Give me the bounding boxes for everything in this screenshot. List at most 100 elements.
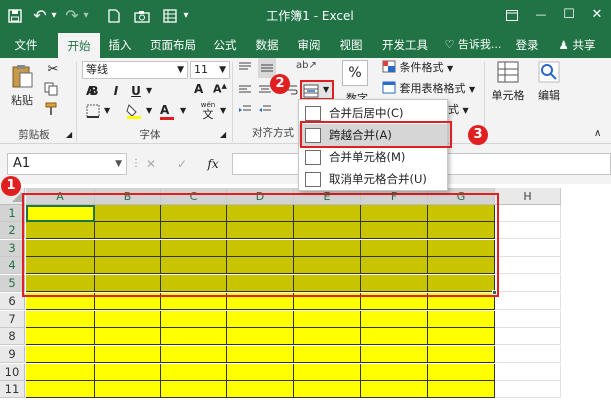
- customize-qat-icon[interactable]: ▾: [180, 0, 192, 32]
- cells-button[interactable]: 单元格: [490, 60, 526, 106]
- font-size-select[interactable]: 11 ▼: [190, 61, 230, 79]
- cell-c9[interactable]: [161, 346, 227, 363]
- border-dropdown-icon[interactable]: ▼: [104, 106, 110, 115]
- cell-b10[interactable]: [95, 364, 161, 381]
- paste-button[interactable]: 粘贴: [6, 62, 38, 112]
- cell-g11[interactable]: [428, 381, 495, 398]
- save-icon[interactable]: [4, 0, 26, 32]
- share-button[interactable]: ♟ 共享: [549, 32, 605, 58]
- login-link[interactable]: 登录: [510, 32, 544, 58]
- cell-a7[interactable]: [26, 311, 95, 328]
- cell-d7[interactable]: [227, 311, 294, 328]
- font-color-a[interactable]: A: [194, 82, 208, 96]
- cell-a8[interactable]: [26, 328, 95, 345]
- cell-b9[interactable]: [95, 346, 161, 363]
- phonetic-dropdown-icon[interactable]: ▼: [220, 106, 226, 115]
- format-painter-icon[interactable]: [44, 102, 62, 118]
- decrease-indent-icon[interactable]: [238, 104, 254, 118]
- camera-icon[interactable]: [132, 0, 152, 32]
- cell-g9[interactable]: [428, 346, 495, 363]
- row-header-8[interactable]: 8: [0, 328, 25, 345]
- menu-item-unmerge[interactable]: 取消单元格合并(U): [299, 168, 447, 190]
- underline-dropdown-icon[interactable]: ▼: [146, 86, 152, 95]
- cell-d9[interactable]: [227, 346, 294, 363]
- tab-view[interactable]: 视图: [334, 32, 368, 58]
- cell-b7[interactable]: [95, 311, 161, 328]
- cell-c11[interactable]: [161, 381, 227, 398]
- cell-c8[interactable]: [161, 328, 227, 345]
- minimize-icon[interactable]: —: [526, 0, 556, 32]
- cell-b8[interactable]: [95, 328, 161, 345]
- number-format-button[interactable]: %: [342, 60, 368, 86]
- formula-bar-grip[interactable]: ⋮: [131, 158, 141, 169]
- tab-insert[interactable]: 插入: [104, 32, 136, 58]
- cell-d11[interactable]: [227, 381, 294, 398]
- cell-h5[interactable]: [495, 275, 561, 292]
- cell-h8[interactable]: [495, 328, 561, 345]
- row-header-10[interactable]: 10: [0, 364, 25, 381]
- tab-file[interactable]: 文件: [6, 32, 46, 58]
- cell-h3[interactable]: [495, 240, 561, 257]
- cell-e10[interactable]: [294, 364, 361, 381]
- cell-f8[interactable]: [361, 328, 428, 345]
- font-color-dropdown-icon[interactable]: ▼: [180, 106, 186, 115]
- cell-h10[interactable]: [495, 364, 561, 381]
- cell-d10[interactable]: [227, 364, 294, 381]
- cell-f10[interactable]: [361, 364, 428, 381]
- cell-b11[interactable]: [95, 381, 161, 398]
- cell-h4[interactable]: [495, 257, 561, 274]
- cell-c10[interactable]: [161, 364, 227, 381]
- cell-style-button[interactable]: 式 ▼: [448, 102, 478, 120]
- cell-f11[interactable]: [361, 381, 428, 398]
- confirm-entry-icon[interactable]: ✓: [172, 153, 192, 175]
- cell-h7[interactable]: [495, 311, 561, 328]
- italic-button[interactable]: I: [108, 84, 124, 100]
- ribbon-options-icon[interactable]: [497, 0, 527, 32]
- menu-item-merge-cells[interactable]: 合并单元格(M): [299, 146, 447, 168]
- cell-f7[interactable]: [361, 311, 428, 328]
- orientation-icon[interactable]: ab↗: [296, 60, 317, 76]
- tab-data[interactable]: 数据: [250, 32, 284, 58]
- font-name-select[interactable]: 等线 ▼: [82, 61, 188, 79]
- cell-g7[interactable]: [428, 311, 495, 328]
- collapse-ribbon-icon[interactable]: ∧: [594, 128, 601, 139]
- row-header-11[interactable]: 11: [0, 381, 25, 398]
- bold-button[interactable]: B: [86, 84, 102, 100]
- increase-indent-icon[interactable]: [258, 104, 274, 118]
- font-launcher-icon[interactable]: ◢: [220, 130, 226, 139]
- tab-developer[interactable]: 开发工具: [376, 32, 434, 58]
- cut-icon[interactable]: ✂: [44, 62, 62, 78]
- row-header-9[interactable]: 9: [0, 346, 25, 363]
- close-icon[interactable]: ✕: [582, 0, 611, 32]
- undo-icon[interactable]: ↶: [30, 0, 50, 32]
- row-header-7[interactable]: 7: [0, 311, 25, 328]
- tab-home[interactable]: 开始: [58, 33, 100, 58]
- cell-g8[interactable]: [428, 328, 495, 345]
- cell-e9[interactable]: [294, 346, 361, 363]
- conditional-format-button[interactable]: 条件格式 ▼: [382, 60, 462, 78]
- cell-d8[interactable]: [227, 328, 294, 345]
- cancel-entry-icon[interactable]: ✕: [141, 153, 161, 175]
- insert-function-icon[interactable]: fx: [202, 153, 224, 175]
- fill-color-icon[interactable]: [126, 103, 144, 121]
- fill-color-dropdown-icon[interactable]: ▼: [146, 106, 152, 115]
- maximize-icon[interactable]: ☐: [554, 0, 584, 32]
- cell-h9[interactable]: [495, 346, 561, 363]
- form-grid-icon[interactable]: [160, 0, 180, 32]
- copy-icon[interactable]: [44, 82, 62, 98]
- table-format-button[interactable]: 套用表格格式 ▼: [382, 81, 482, 99]
- cell-a9[interactable]: [26, 346, 95, 363]
- tab-formulas[interactable]: 公式: [208, 32, 242, 58]
- cell-f9[interactable]: [361, 346, 428, 363]
- redo-icon[interactable]: ↷: [62, 0, 82, 32]
- cell-e7[interactable]: [294, 311, 361, 328]
- name-box[interactable]: A1 ▼: [7, 153, 127, 175]
- phonetic-icon[interactable]: wén 文: [196, 100, 220, 122]
- cell-h11[interactable]: [495, 381, 561, 398]
- edit-button[interactable]: 编辑: [532, 60, 566, 106]
- undo-dropdown-icon[interactable]: ▾: [49, 0, 59, 32]
- cell-e11[interactable]: [294, 381, 361, 398]
- tab-page-layout[interactable]: 页面布局: [144, 32, 202, 58]
- tell-me-search[interactable]: ♡ 告诉我...: [440, 32, 506, 58]
- cell-h1[interactable]: [495, 205, 561, 222]
